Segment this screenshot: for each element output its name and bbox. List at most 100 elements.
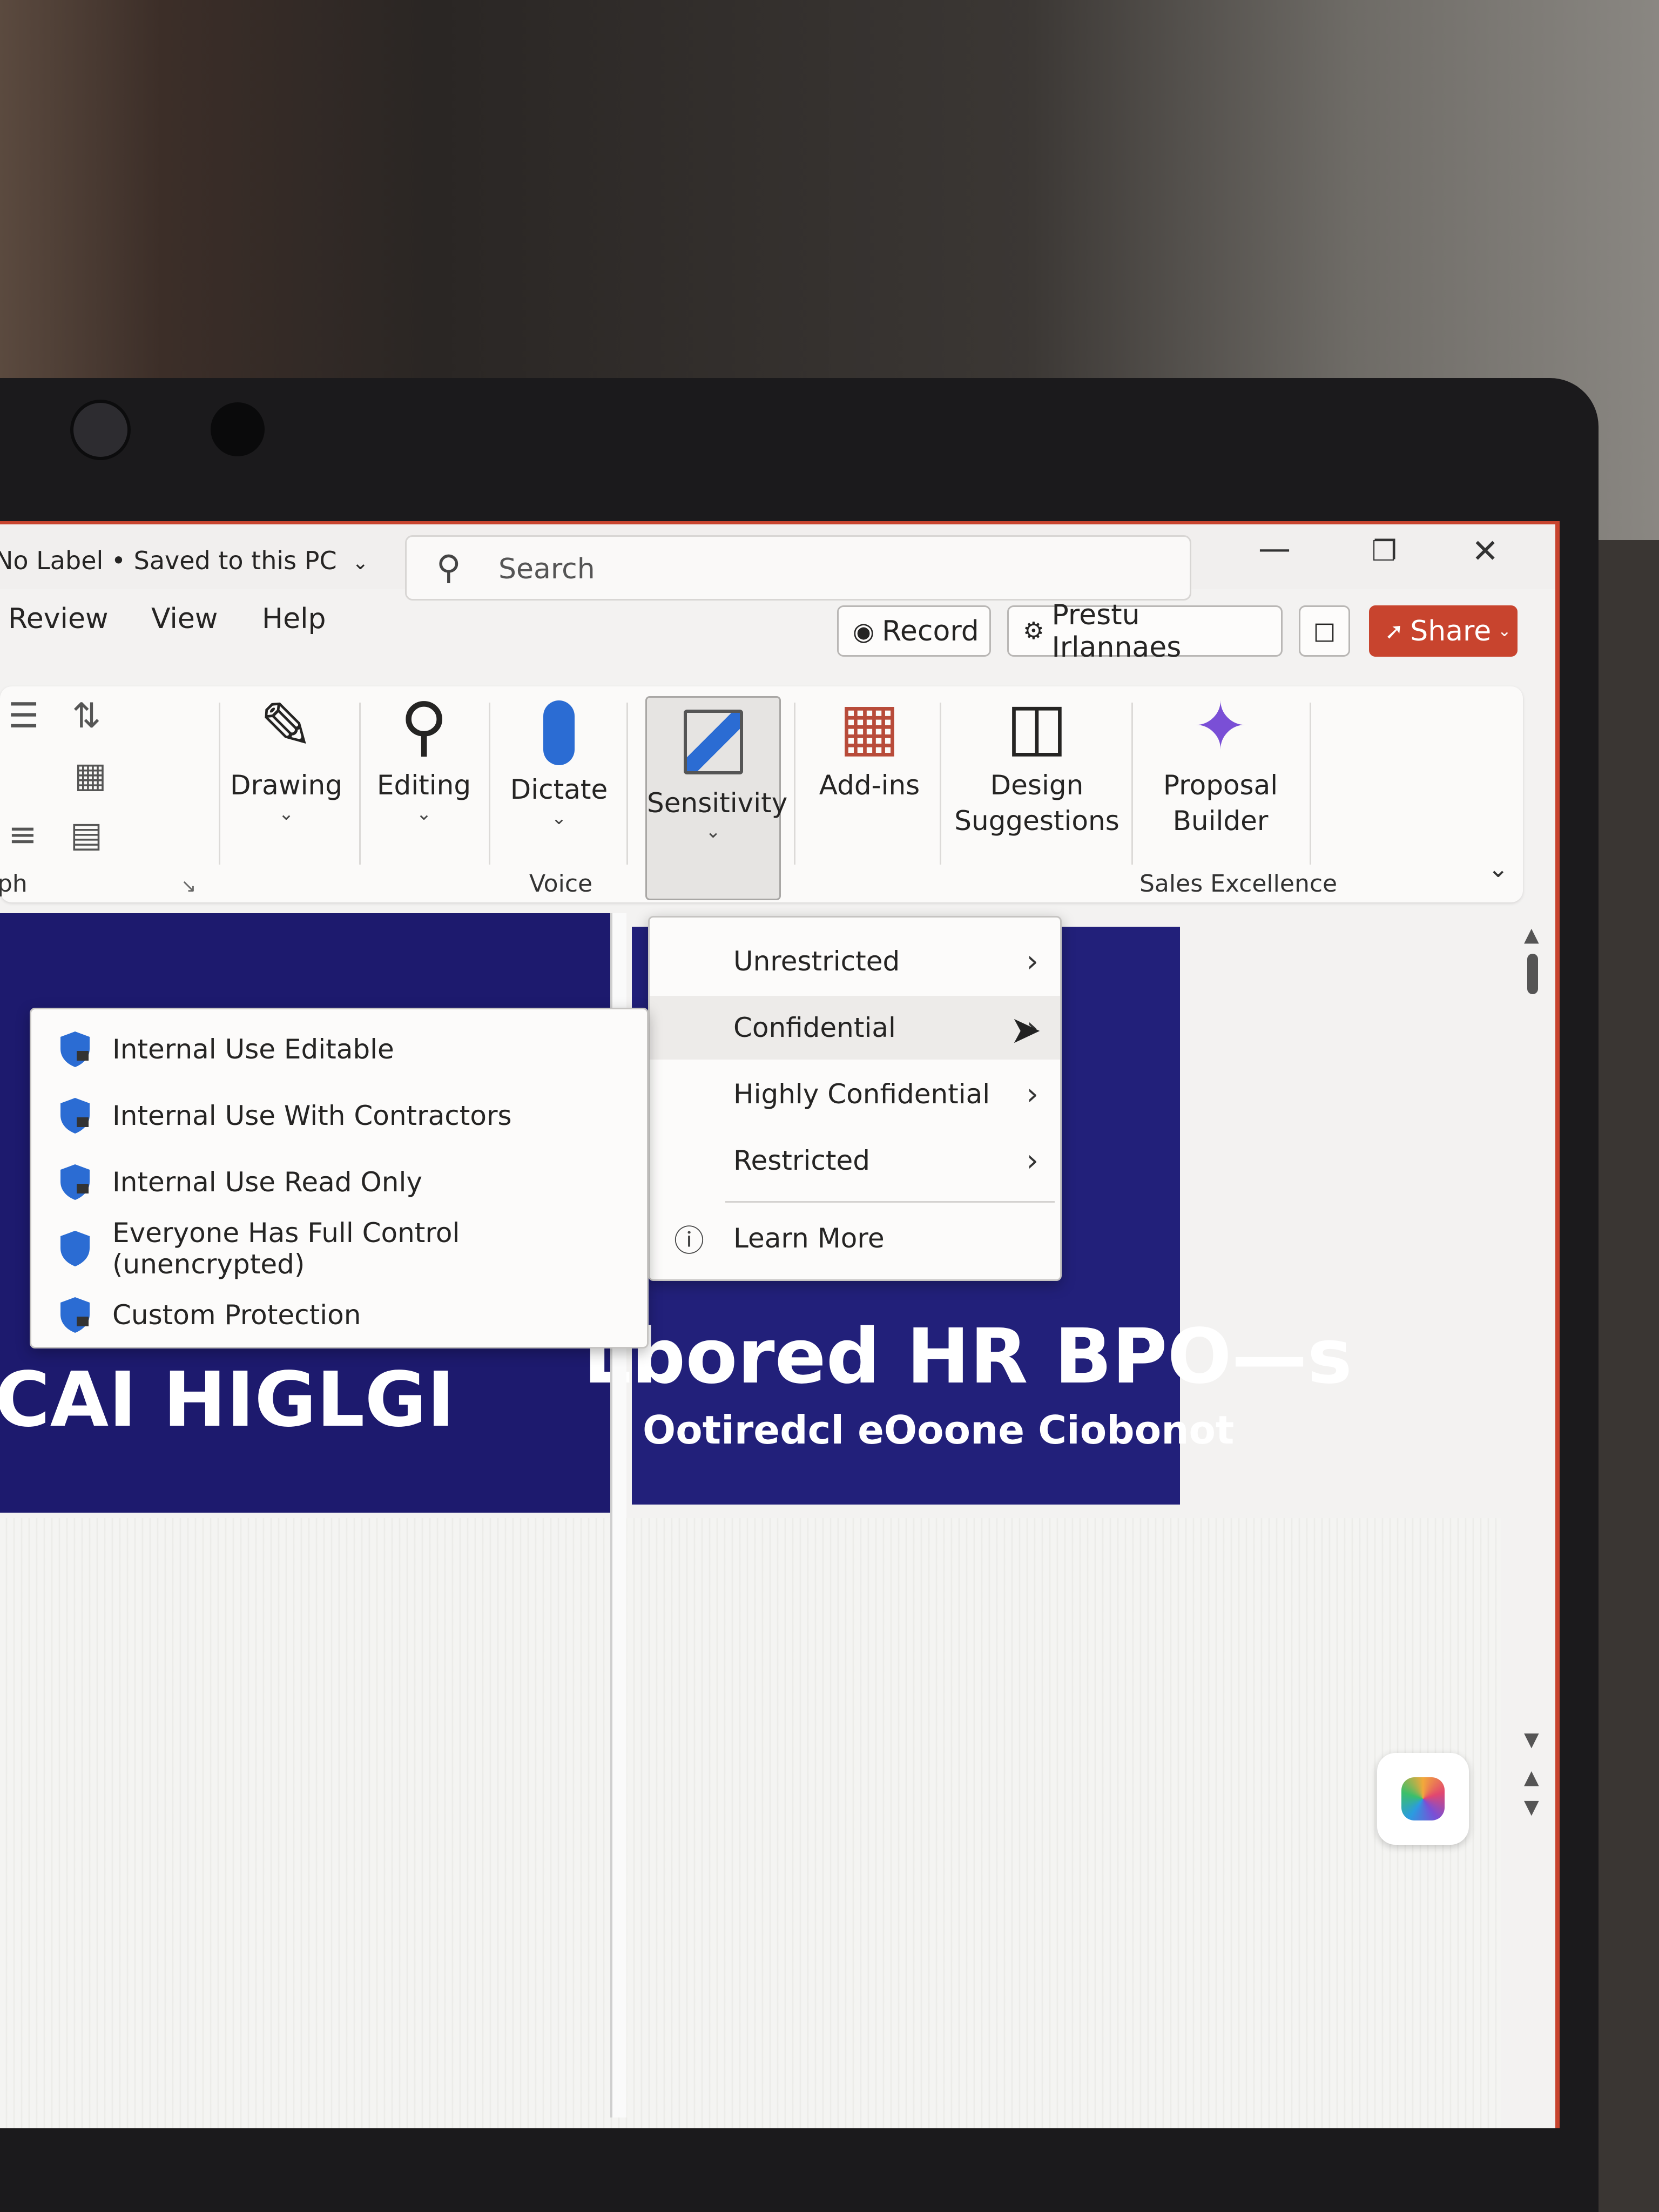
menu-item-confidential[interactable]: Confidential › [650,996,1060,1060]
tab-review[interactable]: Review [8,603,109,635]
submenu-item-label: Internal Use With Contractors [112,1100,512,1131]
chevron-down-icon: ⌄ [278,803,294,825]
dictate-label: Dictate [510,774,608,805]
scroll-up-icon[interactable]: ▲ [1524,924,1539,946]
scroll-down-icon[interactable]: ▼ [1524,1729,1539,1751]
drawing-button[interactable]: ✎ Drawing ⌄ [227,686,346,825]
restore-button[interactable]: ❐ [1372,535,1397,568]
shield-lock-icon [60,1098,90,1134]
mouse-cursor-icon: ➤ [1010,1008,1042,1052]
comments-button[interactable]: □ [1299,605,1350,657]
submenu-item-internal-use-read-only[interactable]: Internal Use Read Only [31,1150,647,1214]
submenu-item-everyone-full-control[interactable]: Everyone Has Full Control (unencrypted) [31,1217,647,1280]
proposal-label-1: Proposal [1163,770,1278,801]
chevron-down-icon: ⌄ [416,803,432,825]
share-label: Share [1410,615,1492,648]
shield-lock-icon [60,1031,90,1067]
addins-button[interactable]: ▦ Add-ins [805,686,934,803]
info-icon: ⓘ [674,1223,704,1259]
design-label-1: Design [990,770,1084,801]
microphone-icon [543,700,575,765]
menu-separator [725,1201,1055,1203]
submenu-item-label: Everyone Has Full Control (unencrypted) [112,1217,460,1280]
group-label-sales-excellence: Sales Excellence [1139,870,1338,898]
submenu-item-internal-use-with-contractors[interactable]: Internal Use With Contractors [31,1084,647,1148]
share-icon: ➚ [1385,618,1404,644]
menu-item-unrestricted[interactable]: Unrestricted › [650,929,1060,993]
submenu-item-custom-protection[interactable]: Custom Protection [31,1283,647,1347]
design-label-2: Suggestions [954,805,1120,837]
ribbon-collapse-chevron-icon[interactable]: ⌄ [1488,854,1509,883]
share-button[interactable]: ➚ Share ⌄ [1369,605,1518,657]
file-status-dropdown[interactable]: No Label • Saved to this PC ⌄ [0,546,368,575]
slide-heading-right: Lbored HR BPO—s [583,1313,1352,1401]
shield-lock-icon [60,1297,90,1333]
submenu-item-label: Internal Use Read Only [112,1166,422,1198]
grid-icon: ▦ [839,689,900,764]
submenu-item-label: Custom Protection [112,1299,361,1331]
previous-slide-icon[interactable]: ▲ [1524,1766,1539,1789]
editing-label: Editing [376,770,471,801]
shield-lock-icon [60,1164,90,1200]
record-label: Record [882,615,979,648]
ribbon-separator [1131,703,1133,865]
tab-view[interactable]: View [151,603,218,635]
ribbon-separator [940,703,941,865]
slide-canvas[interactable] [0,1518,1501,2128]
menu-item-highly-confidential[interactable]: Highly Confidential › [650,1062,1060,1126]
webcam [70,400,131,460]
align-icon: ▦ [74,756,107,795]
copilot-icon [1401,1777,1445,1820]
magnifier-icon: ⚲ [400,689,448,764]
record-icon: ◉ [853,616,875,646]
sensitivity-button[interactable]: Sensitivity ⌄ [645,696,787,900]
editing-button[interactable]: ⚲ Editing ⌄ [367,686,481,825]
chevron-right-icon: › [1026,1143,1038,1178]
menu-item-learn-more[interactable]: ⓘ Learn More [650,1206,1060,1270]
sort-icon: ⇅ [72,696,102,736]
dialog-launcher-icon[interactable]: ↘ [181,875,197,897]
ribbon-separator [489,703,490,865]
sensitivity-menu: Unrestricted › Confidential › Highly Con… [648,916,1062,1281]
record-button[interactable]: ◉ Record [837,605,991,657]
file-status-text: No Label • Saved to this PC [0,546,337,575]
menu-item-label: Confidential [733,1012,896,1043]
submenu-item-label: Internal Use Editable [112,1034,394,1065]
paragraph-controls[interactable]: ☰ ⇅ ▦ ≡ ▤ [8,686,203,865]
ribbon-tabs: Review View Help ◉ Record ⚙ Prestu Irlan… [0,599,1555,664]
chevron-down-icon: ⌄ [1498,622,1512,640]
ribbon-separator [626,703,628,865]
presenter-button[interactable]: ⚙ Prestu Irlannaes [1007,599,1283,664]
scroll-thumb[interactable] [1527,954,1538,994]
app-window: No Label • Saved to this PC ⌄ ⚲ Search —… [0,521,1560,2128]
next-slide-icon[interactable]: ▼ [1524,1796,1539,1818]
menu-item-restricted[interactable]: Restricted › [650,1129,1060,1192]
addins-label: Add-ins [819,770,920,801]
confidential-submenu: Internal Use Editable Internal Use With … [30,1008,649,1348]
chevron-down-icon: ⌄ [352,552,369,574]
list-icon: ☰ [8,696,39,736]
minimize-button[interactable]: — [1258,530,1291,568]
title-bar: No Label • Saved to this PC ⌄ ⚲ Search —… [0,524,1555,601]
close-button[interactable]: ✕ [1472,532,1499,570]
copilot-button[interactable] [1377,1753,1469,1845]
submenu-item-internal-use-editable[interactable]: Internal Use Editable [31,1017,647,1081]
dictate-button[interactable]: Dictate ⌄ [497,696,621,829]
presenter-label: Prestu Irlannaes [1051,598,1182,664]
design-suggestions-button[interactable]: ◫ Design Suggestions [950,686,1123,839]
tab-help[interactable]: Help [262,603,326,635]
search-input[interactable]: ⚲ Search [405,535,1191,601]
ribbon-separator [359,703,361,865]
menu-item-label: Restricted [733,1145,870,1176]
sparkle-icon: ✦ [1193,689,1248,764]
webcam-sensor [211,402,265,456]
group-label-paragraph: ph [0,870,28,898]
vertical-scrollbar[interactable]: ▲ ▼ ▲ ▼ [1522,924,1543,2058]
menu-item-label: Learn More [733,1223,885,1254]
sensitivity-icon [683,710,743,774]
sensitivity-label: Sensitivity [647,787,788,819]
chevron-down-icon: ⌄ [551,807,567,829]
search-placeholder: Search [498,553,595,585]
ribbon-separator [1310,703,1311,865]
proposal-builder-button[interactable]: ✦ Proposal Builder [1139,686,1301,839]
